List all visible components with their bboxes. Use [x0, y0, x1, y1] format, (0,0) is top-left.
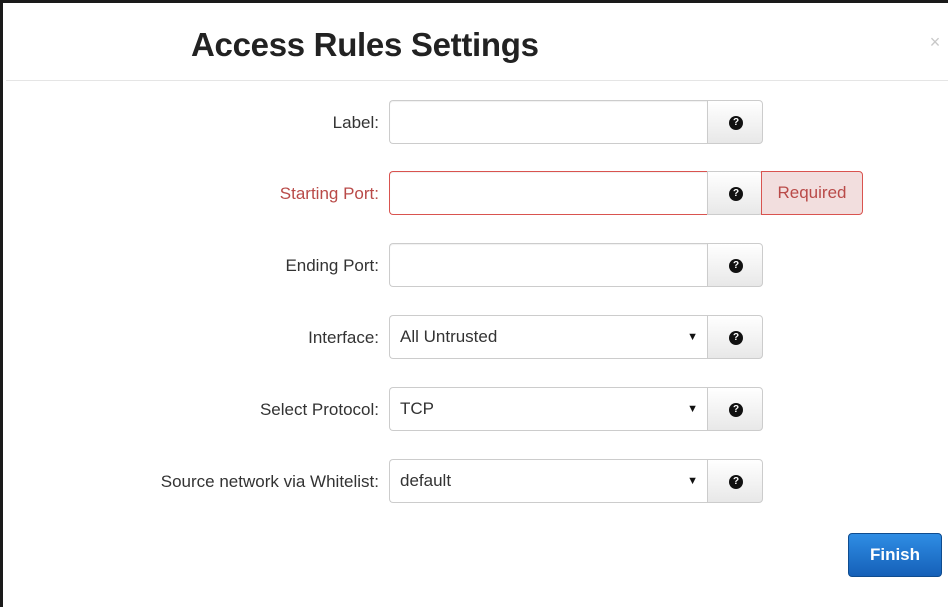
- close-icon[interactable]: ×: [926, 32, 944, 52]
- interface-row: Interface: All Untrusted ▼ ?: [6, 315, 946, 361]
- protocol-row: Select Protocol: TCP ▼ ?: [6, 387, 946, 433]
- required-error-badge: Required: [761, 171, 863, 215]
- label-row: Label: ?: [6, 100, 946, 146]
- protocol-selected-value: TCP: [400, 399, 434, 418]
- interface-help-button[interactable]: ?: [707, 315, 763, 359]
- question-circle-icon: ?: [729, 187, 743, 201]
- caret-down-icon: ▼: [687, 331, 698, 343]
- ending-port-input[interactable]: [389, 243, 707, 287]
- starting-port-help-button[interactable]: ?: [707, 171, 763, 215]
- dialog-title: Access Rules Settings: [191, 26, 539, 63]
- question-circle-icon: ?: [729, 403, 743, 417]
- ending-port-label: Ending Port:: [285, 256, 379, 275]
- protocol-select[interactable]: TCP ▼: [389, 387, 707, 431]
- whitelist-selected-value: default: [400, 471, 452, 490]
- ending-port-row: Ending Port: ?: [6, 243, 946, 289]
- whitelist-label: Source network via Whitelist:: [160, 472, 379, 491]
- caret-down-icon: ▼: [687, 403, 698, 415]
- question-circle-icon: ?: [729, 259, 743, 273]
- protocol-label: Select Protocol:: [259, 400, 379, 419]
- whitelist-row: Source network via Whitelist: default ▼ …: [6, 459, 946, 505]
- question-circle-icon: ?: [729, 331, 743, 345]
- label-help-button[interactable]: ?: [707, 100, 763, 144]
- question-circle-icon: ?: [729, 475, 743, 489]
- starting-port-input[interactable]: [389, 171, 707, 215]
- ending-port-help-button[interactable]: ?: [707, 243, 763, 287]
- question-circle-icon: ?: [729, 116, 743, 130]
- interface-selected-value: All Untrusted: [400, 327, 498, 346]
- dialog-header: Access Rules Settings ×: [6, 6, 948, 81]
- starting-port-row: Starting Port: ? Required: [6, 171, 946, 217]
- protocol-help-button[interactable]: ?: [707, 387, 763, 431]
- starting-port-label: Starting Port:: [279, 184, 379, 203]
- access-rules-dialog: Access Rules Settings × Label: ? Startin…: [0, 0, 948, 607]
- finish-button[interactable]: Finish: [848, 533, 942, 577]
- caret-down-icon: ▼: [687, 475, 698, 487]
- interface-label: Interface:: [308, 328, 379, 347]
- whitelist-select[interactable]: default ▼: [389, 459, 707, 503]
- label-input[interactable]: [389, 100, 707, 144]
- label-field-label: Label:: [332, 113, 379, 132]
- whitelist-help-button[interactable]: ?: [707, 459, 763, 503]
- interface-select[interactable]: All Untrusted ▼: [389, 315, 707, 359]
